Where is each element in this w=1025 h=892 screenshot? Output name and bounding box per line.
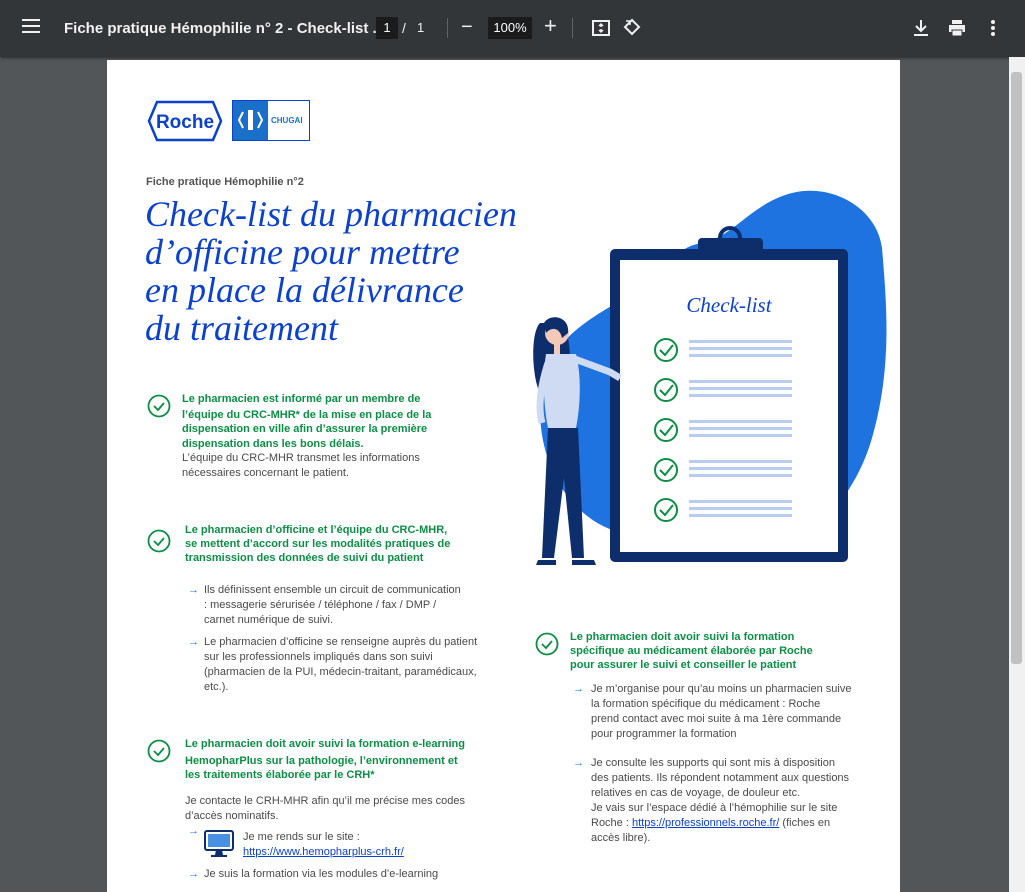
section-3-site: Je me rends sur le site : https://www.he…	[243, 831, 404, 860]
rotate-icon[interactable]	[622, 17, 642, 37]
roche-logo: Roche	[147, 100, 223, 142]
more-icon[interactable]	[983, 18, 1003, 38]
svg-text:Roche: Roche	[156, 112, 214, 133]
fit-page-icon[interactable]	[591, 18, 611, 38]
document-title: Fiche pratique Hémophilie n° 2 - Check-l…	[64, 20, 386, 37]
download-icon[interactable]	[911, 18, 931, 38]
section-4-heading: Le pharmacien doit avoir suivi la format…	[570, 631, 813, 671]
page-separator: /	[402, 20, 406, 36]
pdf-toolbar: Fiche pratique Hémophilie n° 2 - Check-l…	[0, 0, 1025, 57]
arrow-icon: →	[188, 636, 199, 648]
arrow-icon: →	[188, 584, 199, 596]
page-total: 1	[417, 20, 425, 35]
menu-icon[interactable]	[22, 19, 40, 33]
section-1-body: L’équipe du CRC-MHR transmet les informa…	[182, 452, 420, 479]
check-circle-icon	[147, 739, 171, 763]
arrow-icon: →	[188, 868, 199, 880]
arrow-icon: →	[188, 825, 199, 837]
checklist-illustration: Check-list	[533, 190, 887, 565]
section-3-body: Je contacte le CRH-MHR afin qu’il me pré…	[185, 795, 465, 822]
section-3-heading: Le pharmacien doit avoir suivi la format…	[185, 738, 465, 781]
zoom-out-icon[interactable]: −	[461, 16, 473, 38]
section-3-bullet-2: Je suis la formation via les modules d’e…	[204, 868, 439, 880]
chugai-logo: CHUGAI	[232, 100, 310, 141]
toolbar-divider	[447, 18, 448, 38]
section-2-bullet-1: Ils définissent ensemble un circuit de c…	[204, 584, 461, 626]
zoom-in-icon[interactable]: +	[544, 14, 557, 38]
svg-text:Check-list: Check-list	[686, 293, 772, 317]
arrow-icon: →	[573, 757, 584, 769]
toolbar-divider	[572, 18, 573, 38]
arrow-icon: →	[573, 683, 584, 695]
scrollbar-thumb[interactable]	[1011, 72, 1022, 664]
zoom-level-input[interactable]: 100%	[488, 17, 532, 39]
check-circle-icon	[147, 529, 171, 553]
page-number-input[interactable]: 1	[376, 17, 398, 39]
check-circle-icon	[147, 394, 171, 418]
document-subtitle: Fiche pratique Hémophilie n°2	[146, 176, 304, 188]
computer-icon	[204, 830, 234, 857]
check-circle-icon	[535, 632, 559, 656]
section-2-bullet-2: Le pharmacien d’officine se renseigne au…	[204, 636, 478, 693]
pdf-page: Roche CHUGAI Fiche pratique Hémophilie n…	[107, 60, 900, 892]
hemopharplus-link[interactable]: https://www.hemopharplus-crh.fr/	[243, 845, 404, 860]
section-1-heading: Le pharmacien est informé par un membre …	[182, 393, 432, 450]
section-4-bullet-1: Je m’organise pour qu’au moins un pharma…	[591, 683, 852, 740]
section-2-heading: Le pharmacien d’officine et l’équipe du …	[185, 524, 451, 564]
roche-professionnels-link[interactable]: https://professionnels.roche.fr/	[632, 817, 779, 829]
print-icon[interactable]	[947, 18, 967, 38]
section-4-bullet-2: Je consulte les supports qui sont mis à …	[591, 757, 850, 844]
